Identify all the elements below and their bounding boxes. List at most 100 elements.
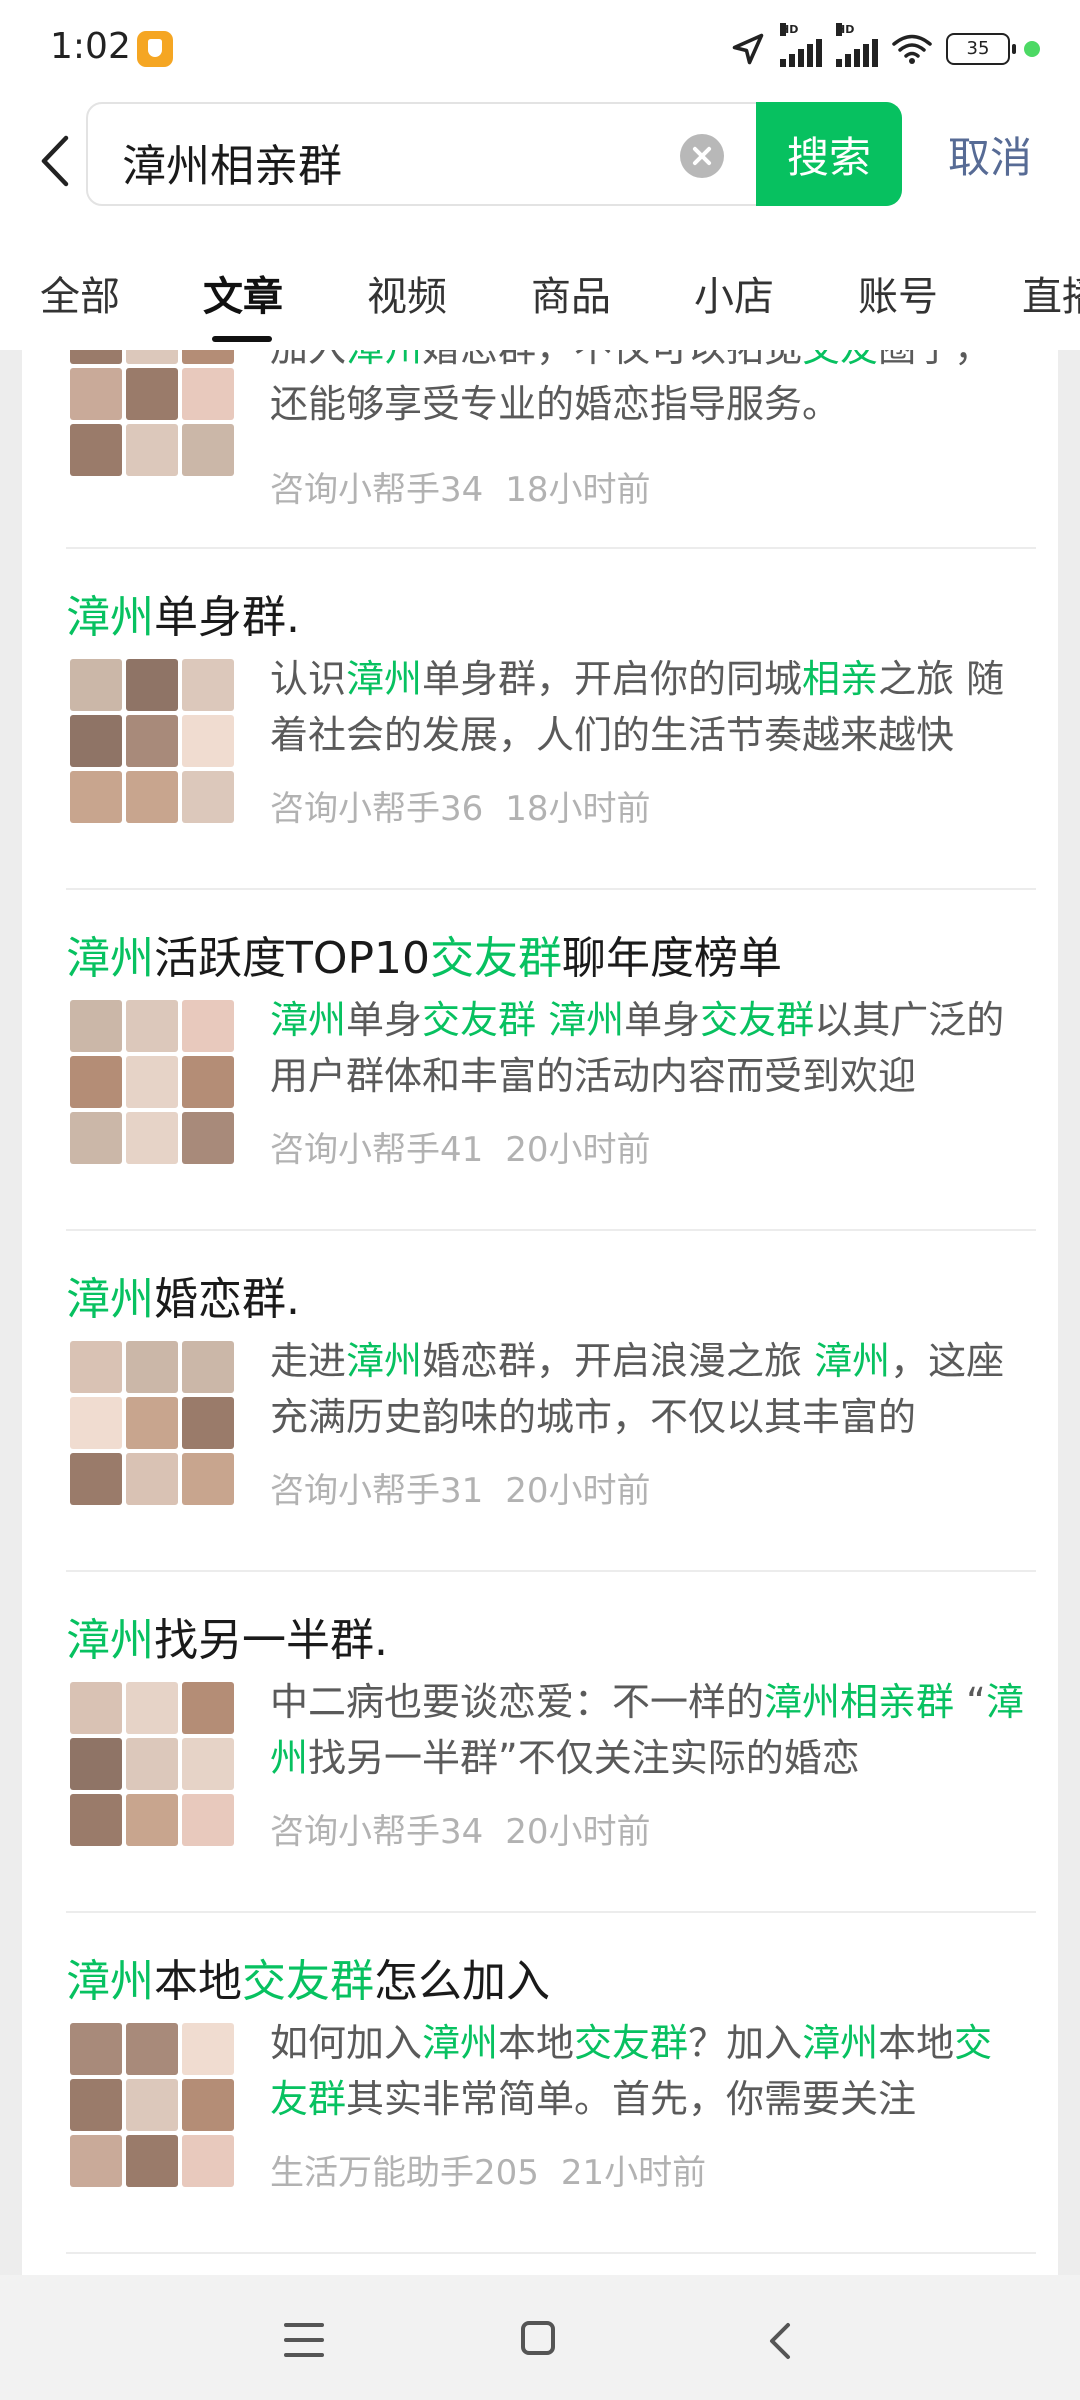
divider [66,1570,1036,1572]
avatar-image [182,424,234,476]
item-description: 漳州单身交友群 漳州单身交友群以其广泛的用户群体和丰富的活动内容而受到欢迎 [270,998,1005,1098]
avatar-image [182,2135,234,2187]
avatar-image [182,1112,234,1164]
item-description: 如何加入漳州本地交友群？加入漳州本地交友群其实非常简单。首先，你需要关注 [270,2021,993,2121]
divider [66,1229,1036,1231]
avatar-image [126,1794,178,1846]
avatar-image [126,1682,178,1734]
avatar-image [126,1397,178,1449]
back-icon[interactable] [760,2319,800,2363]
item-description: 认识漳州单身群，开启你的同城相亲之旅 随着社会的发展，人们的生活节奏越来越快 [270,657,1005,757]
avatar-image [70,1397,122,1449]
avatar-image [182,1000,234,1052]
status-icons: HD HD 35 [730,23,1040,72]
avatar-image [126,1112,178,1164]
item-time: 20小时前 [505,1130,651,1170]
avatar-image [182,1397,234,1449]
search-header: 漳州相亲群 搜索 取消 [0,96,1080,226]
search-query-text[interactable]: 漳州相亲群 [122,130,342,194]
signal-hd-icon: HD [780,23,822,67]
avatar-grid-thumbnail [68,350,236,478]
avatar-image [126,350,178,364]
tab-products[interactable]: 商品 [531,264,611,322]
avatar-image [182,1738,234,1790]
location-icon [732,33,764,65]
avatar-image [126,368,178,420]
avatar-image [126,1056,178,1108]
avatar-image [70,368,122,420]
wifi-icon [892,34,932,64]
item-title: 漳州单身群. [66,592,300,643]
avatar-image [126,1341,178,1393]
item-meta: 咨询小帮手31 20小时前 [270,1463,651,1512]
avatar-image [70,1341,122,1393]
avatar-grid-thumbnail [68,1680,236,1848]
tab-accounts[interactable]: 账号 [858,264,938,322]
avatar-image [70,715,122,767]
avatar-image [182,771,234,823]
avatar-image [182,1682,234,1734]
tab-live[interactable]: 直播 [1022,264,1080,322]
divider [66,547,1036,549]
results-list: 加入漳州婚恋群，不仅可以拓宽交友圈子，还能够享受专业的婚恋指导服务。 咨询小帮手… [22,350,1058,2275]
avatar-image [182,659,234,711]
item-title: 漳州本地交友群怎么加入 [66,1956,550,2007]
item-author: 咨询小帮手34 [270,1812,484,1852]
menu-icon[interactable] [284,2323,324,2357]
avatar-image [126,424,178,476]
item-meta: 生活万能助手205 21小时前 [270,2145,706,2194]
item-meta: 咨询小帮手36 18小时前 [270,781,651,830]
avatar-image [70,2135,122,2187]
avatar-image [182,2079,234,2131]
item-time: 20小时前 [505,1812,651,1852]
item-time: 20小时前 [505,1471,651,1511]
avatar-image [70,350,122,364]
avatar-image [70,2079,122,2131]
avatar-image [182,1341,234,1393]
avatar-image [70,659,122,711]
avatar-image [70,1794,122,1846]
avatar-image [70,1738,122,1790]
avatar-image [182,1794,234,1846]
item-meta: 咨询小帮手41 20小时前 [270,1122,651,1171]
back-arrow-icon[interactable] [30,128,80,194]
tab-videos[interactable]: 视频 [367,264,447,322]
avatar-image [70,1000,122,1052]
avatar-image [126,715,178,767]
cancel-button[interactable]: 取消 [948,124,1032,185]
avatar-image [126,2079,178,2131]
avatar-image [182,715,234,767]
avatar-image [126,2023,178,2075]
status-bar: 1:02 HD HD 35 [0,0,1080,96]
tab-articles[interactable]: 文章 [203,264,283,322]
item-title: 漳州找另一半群. [66,1615,388,1666]
avatar-grid-thumbnail [68,998,236,1166]
search-button[interactable]: 搜索 [756,102,902,206]
avatar-image [126,771,178,823]
item-title: 漳州活跃度TOP10交友群聊年度榜单 [66,933,783,984]
divider [66,888,1036,890]
tab-all[interactable]: 全部 [40,264,120,322]
home-icon[interactable] [521,2321,555,2355]
item-author: 咨询小帮手34 [270,470,484,510]
avatar-image [182,1056,234,1108]
item-author: 咨询小帮手31 [270,1471,484,1511]
item-meta: 咨询小帮手34 20小时前 [270,1804,651,1853]
item-author: 生活万能助手205 [270,2153,539,2193]
clear-icon[interactable] [680,134,724,178]
avatar-image [70,424,122,476]
app-badge-icon [137,31,173,67]
item-description: 中二病也要谈恋爱：不一样的漳州相亲群 “漳州找另一半群”不仅关注实际的婚恋 [270,1680,1024,1780]
item-description: 走进漳州婚恋群，开启浪漫之旅 漳州，这座充满历史韵味的城市，不仅以其丰富的 [270,1339,1005,1439]
battery-icon: 35 [946,33,1016,65]
avatar-grid-thumbnail [68,657,236,825]
category-tabs: 全部 文章 视频 商品 小店 账号 直播 [0,226,1080,350]
avatar-image [182,368,234,420]
avatar-image [70,1112,122,1164]
item-meta: 咨询小帮手34 18小时前 [270,462,651,511]
tab-shops[interactable]: 小店 [694,264,774,322]
avatar-image [126,1453,178,1505]
item-author: 咨询小帮手36 [270,789,484,829]
avatar-image [182,1453,234,1505]
item-time: 21小时前 [560,2153,707,2193]
